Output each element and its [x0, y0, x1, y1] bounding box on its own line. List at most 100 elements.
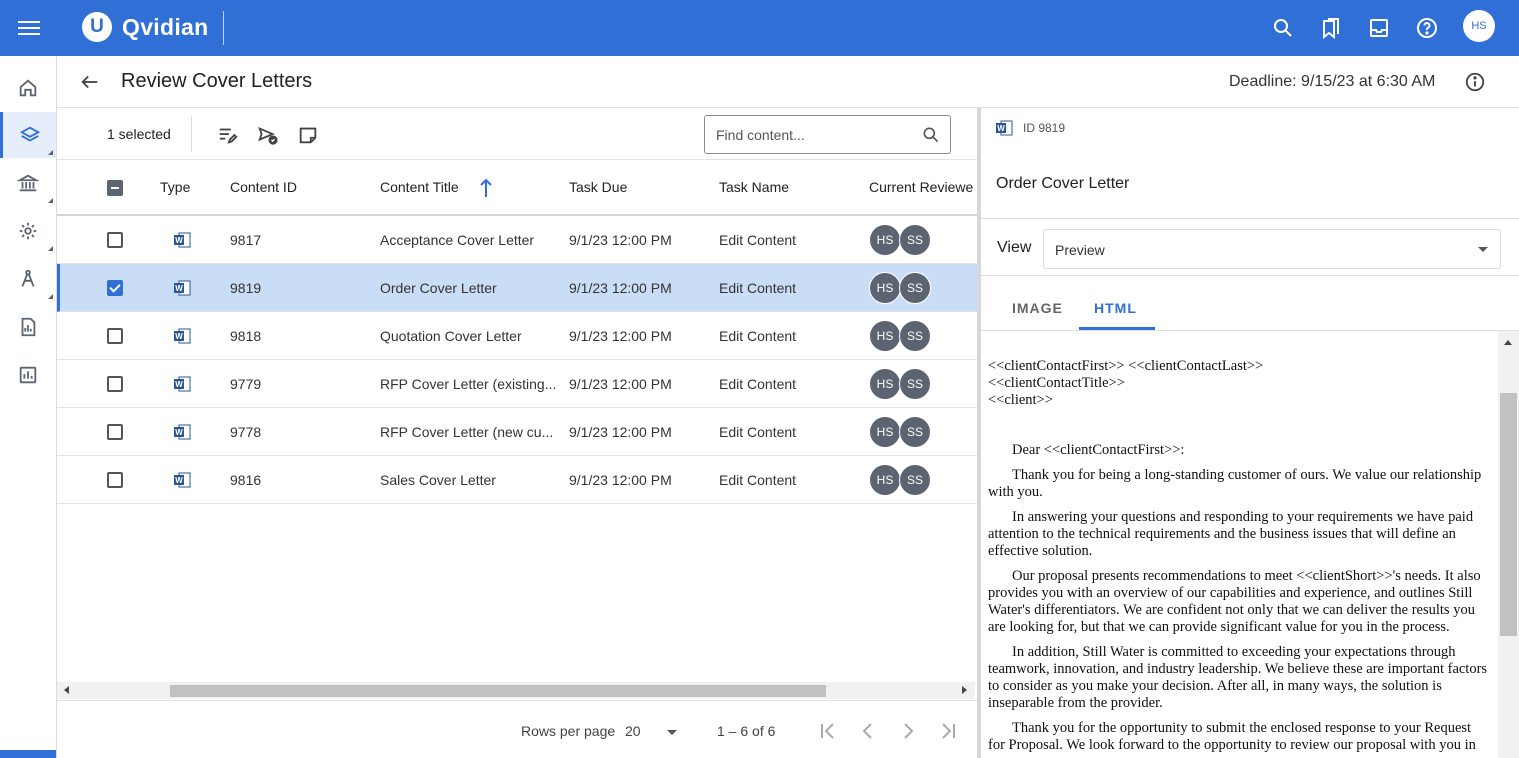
- table-row[interactable]: W 9816 Sales Cover Letter 9/1/23 12:00 PM Ed…: [57, 456, 977, 504]
- row-checkbox[interactable]: [107, 376, 123, 392]
- reviewer-avatar[interactable]: SS: [899, 272, 931, 304]
- layers-icon: [19, 126, 40, 142]
- table-row[interactable]: W 9819 Order Cover Letter 9/1/23 12:00 PM Ed…: [57, 264, 977, 312]
- nav-analytics[interactable]: [0, 352, 56, 398]
- reviewer-avatar[interactable]: HS: [869, 272, 901, 304]
- scroll-left-arrow[interactable]: [64, 686, 69, 694]
- scroll-right-arrow[interactable]: [962, 686, 967, 694]
- column-header-content-id[interactable]: Content ID: [230, 179, 297, 195]
- reviewer-avatar[interactable]: SS: [899, 320, 931, 352]
- divider: [981, 275, 1519, 276]
- sort-ascending-icon[interactable]: [479, 177, 493, 199]
- tab-html[interactable]: HTML: [1094, 300, 1137, 316]
- scrollbar-thumb[interactable]: [170, 685, 826, 697]
- address-line: <<clientContactFirst>> <<clientContactLa…: [988, 358, 1264, 374]
- svg-text:W: W: [175, 236, 183, 245]
- reviewer-avatar[interactable]: HS: [869, 224, 901, 256]
- row-checkbox[interactable]: [107, 280, 123, 296]
- word-doc-icon: W: [174, 424, 191, 440]
- find-content-search[interactable]: [704, 115, 951, 154]
- reviewer-avatar[interactable]: SS: [899, 464, 931, 496]
- table-row[interactable]: W 9817 Acceptance Cover Letter 9/1/23 12:00…: [57, 216, 977, 264]
- user-avatar[interactable]: HS: [1463, 10, 1495, 42]
- tab-image[interactable]: IMAGE: [1012, 300, 1063, 316]
- logo-divider: [223, 11, 224, 45]
- column-header-type[interactable]: Type: [160, 179, 190, 195]
- horizontal-scrollbar[interactable]: [57, 682, 975, 699]
- preview-paragraph: In answering your questions and respondi…: [988, 509, 1474, 559]
- reviewer-avatar[interactable]: HS: [869, 416, 901, 448]
- vertical-scrollbar[interactable]: [1498, 331, 1519, 758]
- nav-content[interactable]: [0, 112, 56, 158]
- cell-content-id: 9779: [230, 376, 262, 392]
- reviewer-avatars: HS SS: [869, 416, 935, 448]
- search-icon[interactable]: [1271, 16, 1295, 40]
- table-row[interactable]: W 9818 Quotation Cover Letter 9/1/23 12:00 …: [57, 312, 977, 360]
- content-list-panel: 1 selected Type Content ID Content Title…: [57, 108, 977, 758]
- table-row[interactable]: W 9778 RFP Cover Letter (new cu... 9/1/23 1…: [57, 408, 977, 456]
- home-icon: [19, 79, 37, 97]
- reviewer-avatars: HS SS: [869, 272, 935, 304]
- first-page-icon[interactable]: [816, 719, 840, 743]
- scroll-up-arrow[interactable]: [1504, 340, 1512, 345]
- cell-content-title: Sales Cover Letter: [380, 472, 496, 488]
- previous-page-icon[interactable]: [856, 719, 880, 743]
- inbox-icon[interactable]: [1367, 16, 1391, 40]
- page-title: Review Cover Letters: [121, 70, 313, 92]
- cell-task-name: Edit Content: [719, 472, 797, 488]
- nav-home[interactable]: [0, 65, 56, 111]
- nav-library[interactable]: [0, 160, 56, 206]
- reviewer-avatar[interactable]: HS: [869, 320, 901, 352]
- note-icon[interactable]: [297, 124, 319, 146]
- column-header-content-title[interactable]: Content Title: [380, 179, 459, 195]
- submit-review-icon[interactable]: [257, 124, 279, 146]
- next-page-icon[interactable]: [896, 719, 920, 743]
- reviewer-avatar[interactable]: SS: [899, 368, 931, 400]
- column-header-task-due[interactable]: Task Due: [569, 179, 627, 195]
- select-all-checkbox[interactable]: [107, 180, 123, 196]
- back-arrow-icon[interactable]: [79, 71, 101, 93]
- bookmarks-icon[interactable]: [1319, 16, 1343, 40]
- edit-list-icon[interactable]: [217, 124, 239, 146]
- svg-text:W: W: [175, 284, 183, 293]
- reviewer-avatar[interactable]: SS: [899, 416, 931, 448]
- view-select[interactable]: Preview: [1043, 229, 1501, 269]
- nav-reports[interactable]: [0, 304, 56, 350]
- row-checkbox[interactable]: [107, 424, 123, 440]
- help-icon[interactable]: [1415, 16, 1439, 40]
- cell-content-id: 9818: [230, 328, 262, 344]
- row-checkbox[interactable]: [107, 328, 123, 344]
- svg-text:W: W: [997, 124, 1005, 133]
- row-checkbox[interactable]: [107, 232, 123, 248]
- search-input[interactable]: [716, 126, 906, 143]
- info-icon[interactable]: [1464, 71, 1486, 93]
- app-logo[interactable]: U Qvidian: [82, 12, 208, 42]
- scrollbar-thumb[interactable]: [1500, 393, 1517, 636]
- svg-text:W: W: [175, 380, 183, 389]
- cell-content-title: Order Cover Letter: [380, 280, 497, 296]
- word-doc-icon: W: [174, 328, 191, 344]
- nav-settings[interactable]: [0, 208, 56, 254]
- chevron-down-icon: [1478, 247, 1488, 252]
- nav-tools[interactable]: [0, 256, 56, 302]
- menu-icon[interactable]: [18, 18, 40, 38]
- rows-per-page-select[interactable]: 20: [625, 723, 641, 739]
- cell-task-due: 9/1/23 12:00 PM: [569, 424, 672, 440]
- reviewer-avatar[interactable]: SS: [899, 224, 931, 256]
- word-doc-icon: W: [174, 472, 191, 488]
- toolbar-divider: [191, 116, 192, 152]
- svg-text:W: W: [175, 332, 183, 341]
- compass-icon: [21, 269, 35, 287]
- reviewer-avatar[interactable]: HS: [869, 368, 901, 400]
- column-header-current-reviewer[interactable]: Current Reviewe: [869, 179, 977, 195]
- last-page-icon[interactable]: [936, 719, 960, 743]
- search-icon[interactable]: [921, 125, 941, 145]
- reviewer-avatar[interactable]: HS: [869, 464, 901, 496]
- brand-name: Qvidian: [122, 13, 209, 40]
- cell-content-title: Acceptance Cover Letter: [380, 232, 535, 248]
- table-row[interactable]: W 9779 RFP Cover Letter (existing... 9/1/23…: [57, 360, 977, 408]
- chevron-down-icon[interactable]: [667, 730, 677, 735]
- column-header-task-name[interactable]: Task Name: [719, 179, 789, 195]
- page-header: Review Cover Letters Deadline: 9/15/23 a…: [57, 56, 1519, 108]
- row-checkbox[interactable]: [107, 472, 123, 488]
